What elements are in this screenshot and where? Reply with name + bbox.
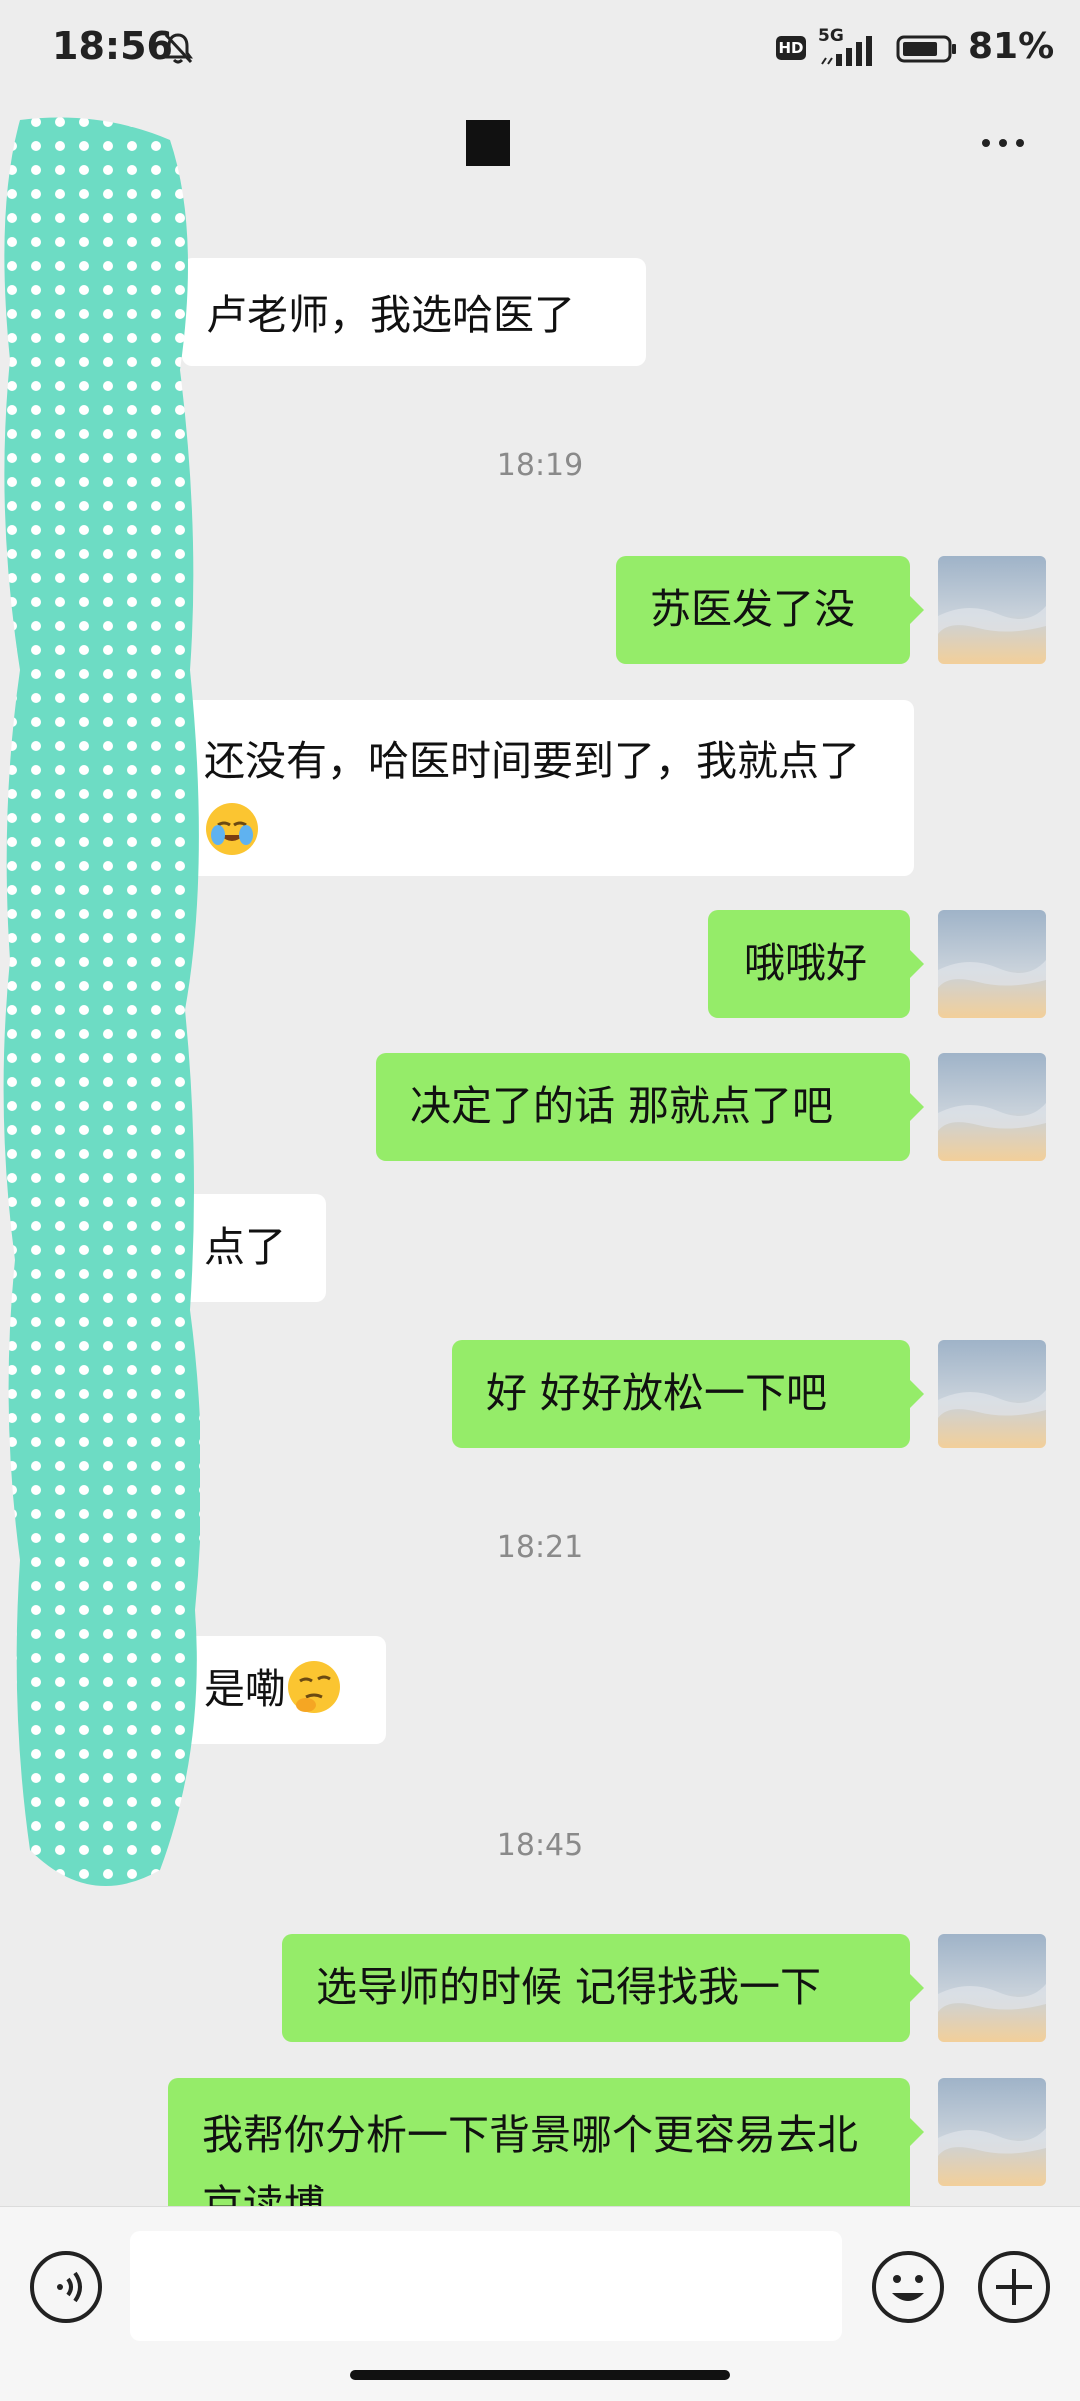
message-text: 选导师的时候 记得找我一下 (316, 1963, 822, 2011)
message-bubble-received[interactable]: 是嘞 (182, 1636, 386, 1744)
bubble-tail (910, 2118, 924, 2146)
battery-percent: 81% (968, 26, 1055, 67)
chat-title-redacted (466, 120, 510, 166)
face-palm-emoji (206, 803, 258, 855)
message-bubble-sent[interactable]: 决定了的话 那就点了吧 (376, 1053, 910, 1161)
message-input[interactable] (130, 2231, 842, 2341)
message-bubble-sent[interactable]: 哦哦好 (708, 910, 910, 1018)
avatar-sender[interactable] (938, 2078, 1046, 2186)
avatar-sender[interactable] (938, 1340, 1046, 1448)
message-text: 卢老师，我选哈医了 (206, 291, 575, 339)
status-time: 18:56 (52, 24, 173, 68)
plus-icon[interactable] (976, 2249, 1052, 2325)
bubble-tail (910, 596, 924, 624)
message-text: 点了 (204, 1223, 286, 1271)
bubble-tail (910, 1093, 924, 1121)
message-text: 还没有，哈医时间要到了，我就点了 (204, 737, 860, 785)
bell-muted-icon (163, 33, 193, 64)
status-bar: 18:56 HD 5G 81% (0, 0, 1080, 100)
avatar-sender[interactable] (938, 1053, 1046, 1161)
bubble-tail (910, 1974, 924, 2002)
bubble-tail (910, 1380, 924, 1408)
emoji-icon[interactable] (870, 2249, 946, 2325)
signal-icon (821, 36, 872, 66)
avatar-sender[interactable] (938, 1934, 1046, 2042)
more-dots-icon[interactable] (978, 126, 1028, 160)
avatar-sender[interactable] (938, 556, 1046, 664)
message-text: 哦哦好 (744, 939, 867, 987)
message-text: 苏医发了没 (650, 585, 855, 633)
redaction-overlay (3, 117, 200, 1886)
message-bubble-received[interactable]: 点了 (182, 1194, 326, 1302)
voice-icon[interactable] (28, 2249, 104, 2325)
bubble-tail (910, 950, 924, 978)
home-indicator[interactable] (350, 2370, 730, 2380)
message-text: 是嘞 (204, 1665, 286, 1713)
message-bubble-sent[interactable]: 苏医发了没 (616, 556, 910, 664)
battery-icon (896, 35, 956, 63)
message-text: 好 好好放松一下吧 (486, 1369, 828, 1417)
hd-icon: HD (776, 36, 806, 60)
message-text: 决定了的话 那就点了吧 (410, 1082, 834, 1130)
message-bubble-received[interactable]: 还没有，哈医时间要到了，我就点了 (182, 700, 914, 876)
avatar-sender[interactable] (938, 910, 1046, 1018)
thinking-face-emoji (288, 1661, 340, 1713)
message-bubble-sent[interactable]: 好 好好放松一下吧 (452, 1340, 910, 1448)
message-bubble-received[interactable]: 卢老师，我选哈医了 (182, 258, 646, 366)
message-bubble-sent[interactable]: 选导师的时候 记得找我一下 (282, 1934, 910, 2042)
